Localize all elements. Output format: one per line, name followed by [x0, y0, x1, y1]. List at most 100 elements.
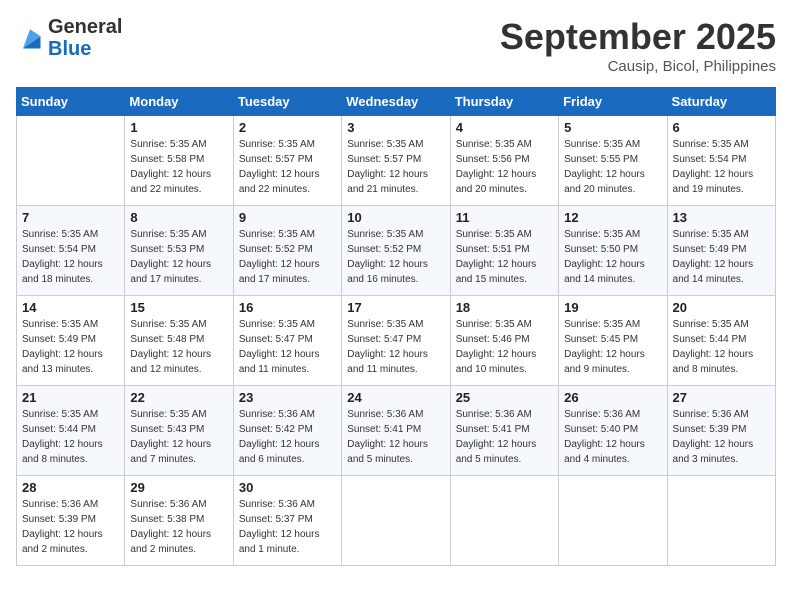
day-number: 9: [239, 210, 336, 225]
day-number: 28: [22, 480, 119, 495]
day-number: 14: [22, 300, 119, 315]
calendar-cell: 9 Sunrise: 5:35 AM Sunset: 5:52 PM Daylig…: [233, 206, 341, 296]
calendar-cell: 7 Sunrise: 5:35 AM Sunset: 5:54 PM Daylig…: [17, 206, 125, 296]
day-info: Sunrise: 5:35 AM Sunset: 5:57 PM Dayligh…: [239, 137, 336, 197]
calendar-week-row: 7 Sunrise: 5:35 AM Sunset: 5:54 PM Daylig…: [17, 206, 776, 296]
day-info: Sunrise: 5:35 AM Sunset: 5:57 PM Dayligh…: [347, 137, 444, 197]
calendar-cell: 19 Sunrise: 5:35 AM Sunset: 5:45 PM Dayli…: [559, 296, 667, 386]
calendar-cell: 28 Sunrise: 5:36 AM Sunset: 5:39 PM Dayli…: [17, 476, 125, 566]
day-info: Sunrise: 5:36 AM Sunset: 5:42 PM Dayligh…: [239, 407, 336, 467]
day-number: 24: [347, 390, 444, 405]
calendar-cell: 14 Sunrise: 5:35 AM Sunset: 5:49 PM Dayli…: [17, 296, 125, 386]
weekday-header-tuesday: Tuesday: [233, 88, 341, 116]
calendar-table: SundayMondayTuesdayWednesdayThursdayFrid…: [16, 87, 776, 566]
day-number: 6: [673, 120, 770, 135]
day-info: Sunrise: 5:35 AM Sunset: 5:58 PM Dayligh…: [130, 137, 227, 197]
day-info: Sunrise: 5:36 AM Sunset: 5:41 PM Dayligh…: [456, 407, 553, 467]
day-info: Sunrise: 5:36 AM Sunset: 5:40 PM Dayligh…: [564, 407, 661, 467]
day-number: 21: [22, 390, 119, 405]
day-number: 13: [673, 210, 770, 225]
day-number: 12: [564, 210, 661, 225]
day-number: 5: [564, 120, 661, 135]
day-number: 26: [564, 390, 661, 405]
day-number: 30: [239, 480, 336, 495]
day-number: 29: [130, 480, 227, 495]
page-header: General Blue September 2025 Causip, Bico…: [16, 16, 776, 75]
calendar-cell: 24Sunrise: 5:36 AM Sunset: 5:41 PM Dayli…: [342, 386, 450, 476]
calendar-week-row: 1 Sunrise: 5:35 AM Sunset: 5:58 PM Daylig…: [17, 116, 776, 206]
day-info: Sunrise: 5:36 AM Sunset: 5:39 PM Dayligh…: [673, 407, 770, 467]
calendar-cell: 27Sunrise: 5:36 AM Sunset: 5:39 PM Dayli…: [667, 386, 775, 476]
weekday-header-monday: Monday: [125, 88, 233, 116]
day-info: Sunrise: 5:35 AM Sunset: 5:49 PM Dayligh…: [673, 227, 770, 287]
day-number: 4: [456, 120, 553, 135]
calendar-cell: 15 Sunrise: 5:35 AM Sunset: 5:48 PM Dayli…: [125, 296, 233, 386]
day-number: 23: [239, 390, 336, 405]
day-info: Sunrise: 5:35 AM Sunset: 5:45 PM Dayligh…: [564, 317, 661, 377]
day-number: 1: [130, 120, 227, 135]
day-info: Sunrise: 5:35 AM Sunset: 5:48 PM Dayligh…: [130, 317, 227, 377]
day-info: Sunrise: 5:35 AM Sunset: 5:47 PM Dayligh…: [239, 317, 336, 377]
weekday-header-friday: Friday: [559, 88, 667, 116]
calendar-cell: 10 Sunrise: 5:35 AM Sunset: 5:52 PM Dayli…: [342, 206, 450, 296]
calendar-cell: [667, 476, 775, 566]
day-info: Sunrise: 5:36 AM Sunset: 5:38 PM Dayligh…: [130, 497, 227, 557]
calendar-cell: 8 Sunrise: 5:35 AM Sunset: 5:53 PM Daylig…: [125, 206, 233, 296]
weekday-header-sunday: Sunday: [17, 88, 125, 116]
day-number: 19: [564, 300, 661, 315]
calendar-cell: 1 Sunrise: 5:35 AM Sunset: 5:58 PM Daylig…: [125, 116, 233, 206]
day-info: Sunrise: 5:35 AM Sunset: 5:50 PM Dayligh…: [564, 227, 661, 287]
calendar-cell: [17, 116, 125, 206]
calendar-cell: 20Sunrise: 5:35 AM Sunset: 5:44 PM Dayli…: [667, 296, 775, 386]
month-title: September 2025: [500, 16, 776, 58]
calendar-cell: 5Sunrise: 5:35 AM Sunset: 5:55 PM Daylig…: [559, 116, 667, 206]
day-info: Sunrise: 5:35 AM Sunset: 5:51 PM Dayligh…: [456, 227, 553, 287]
title-block: September 2025 Causip, Bicol, Philippine…: [500, 16, 776, 75]
day-info: Sunrise: 5:35 AM Sunset: 5:52 PM Dayligh…: [347, 227, 444, 287]
calendar-cell: 25 Sunrise: 5:36 AM Sunset: 5:41 PM Dayli…: [450, 386, 558, 476]
day-info: Sunrise: 5:35 AM Sunset: 5:46 PM Dayligh…: [456, 317, 553, 377]
day-number: 20: [673, 300, 770, 315]
day-number: 16: [239, 300, 336, 315]
day-number: 10: [347, 210, 444, 225]
calendar-cell: 30Sunrise: 5:36 AM Sunset: 5:37 PM Dayli…: [233, 476, 341, 566]
day-info: Sunrise: 5:36 AM Sunset: 5:39 PM Dayligh…: [22, 497, 119, 557]
logo: General Blue: [16, 16, 122, 60]
calendar-cell: 3Sunrise: 5:35 AM Sunset: 5:57 PM Daylig…: [342, 116, 450, 206]
weekday-header-saturday: Saturday: [667, 88, 775, 116]
day-number: 8: [130, 210, 227, 225]
day-number: 7: [22, 210, 119, 225]
calendar-week-row: 14 Sunrise: 5:35 AM Sunset: 5:49 PM Dayli…: [17, 296, 776, 386]
calendar-cell: 2Sunrise: 5:35 AM Sunset: 5:57 PM Daylig…: [233, 116, 341, 206]
calendar-cell: 11Sunrise: 5:35 AM Sunset: 5:51 PM Dayli…: [450, 206, 558, 296]
day-info: Sunrise: 5:35 AM Sunset: 5:49 PM Dayligh…: [22, 317, 119, 377]
day-number: 22: [130, 390, 227, 405]
calendar-cell: 21Sunrise: 5:35 AM Sunset: 5:44 PM Dayli…: [17, 386, 125, 476]
calendar-cell: 18Sunrise: 5:35 AM Sunset: 5:46 PM Dayli…: [450, 296, 558, 386]
day-number: 25: [456, 390, 553, 405]
day-info: Sunrise: 5:35 AM Sunset: 5:52 PM Dayligh…: [239, 227, 336, 287]
calendar-cell: [559, 476, 667, 566]
day-info: Sunrise: 5:35 AM Sunset: 5:54 PM Dayligh…: [22, 227, 119, 287]
weekday-header-row: SundayMondayTuesdayWednesdayThursdayFrid…: [17, 88, 776, 116]
calendar-week-row: 28 Sunrise: 5:36 AM Sunset: 5:39 PM Dayli…: [17, 476, 776, 566]
calendar-cell: 13 Sunrise: 5:35 AM Sunset: 5:49 PM Dayli…: [667, 206, 775, 296]
location-subtitle: Causip, Bicol, Philippines: [500, 58, 776, 75]
calendar-cell: [450, 476, 558, 566]
day-number: 17: [347, 300, 444, 315]
weekday-header-wednesday: Wednesday: [342, 88, 450, 116]
weekday-header-thursday: Thursday: [450, 88, 558, 116]
calendar-cell: 23 Sunrise: 5:36 AM Sunset: 5:42 PM Dayli…: [233, 386, 341, 476]
day-info: Sunrise: 5:35 AM Sunset: 5:56 PM Dayligh…: [456, 137, 553, 197]
calendar-cell: 22 Sunrise: 5:35 AM Sunset: 5:43 PM Dayli…: [125, 386, 233, 476]
calendar-cell: 26 Sunrise: 5:36 AM Sunset: 5:40 PM Dayli…: [559, 386, 667, 476]
day-info: Sunrise: 5:35 AM Sunset: 5:43 PM Dayligh…: [130, 407, 227, 467]
logo-text: General Blue: [48, 16, 122, 60]
day-info: Sunrise: 5:35 AM Sunset: 5:53 PM Dayligh…: [130, 227, 227, 287]
calendar-cell: 4 Sunrise: 5:35 AM Sunset: 5:56 PM Daylig…: [450, 116, 558, 206]
day-info: Sunrise: 5:35 AM Sunset: 5:47 PM Dayligh…: [347, 317, 444, 377]
day-info: Sunrise: 5:35 AM Sunset: 5:54 PM Dayligh…: [673, 137, 770, 197]
day-number: 15: [130, 300, 227, 315]
calendar-cell: 16 Sunrise: 5:35 AM Sunset: 5:47 PM Dayli…: [233, 296, 341, 386]
calendar-cell: [342, 476, 450, 566]
